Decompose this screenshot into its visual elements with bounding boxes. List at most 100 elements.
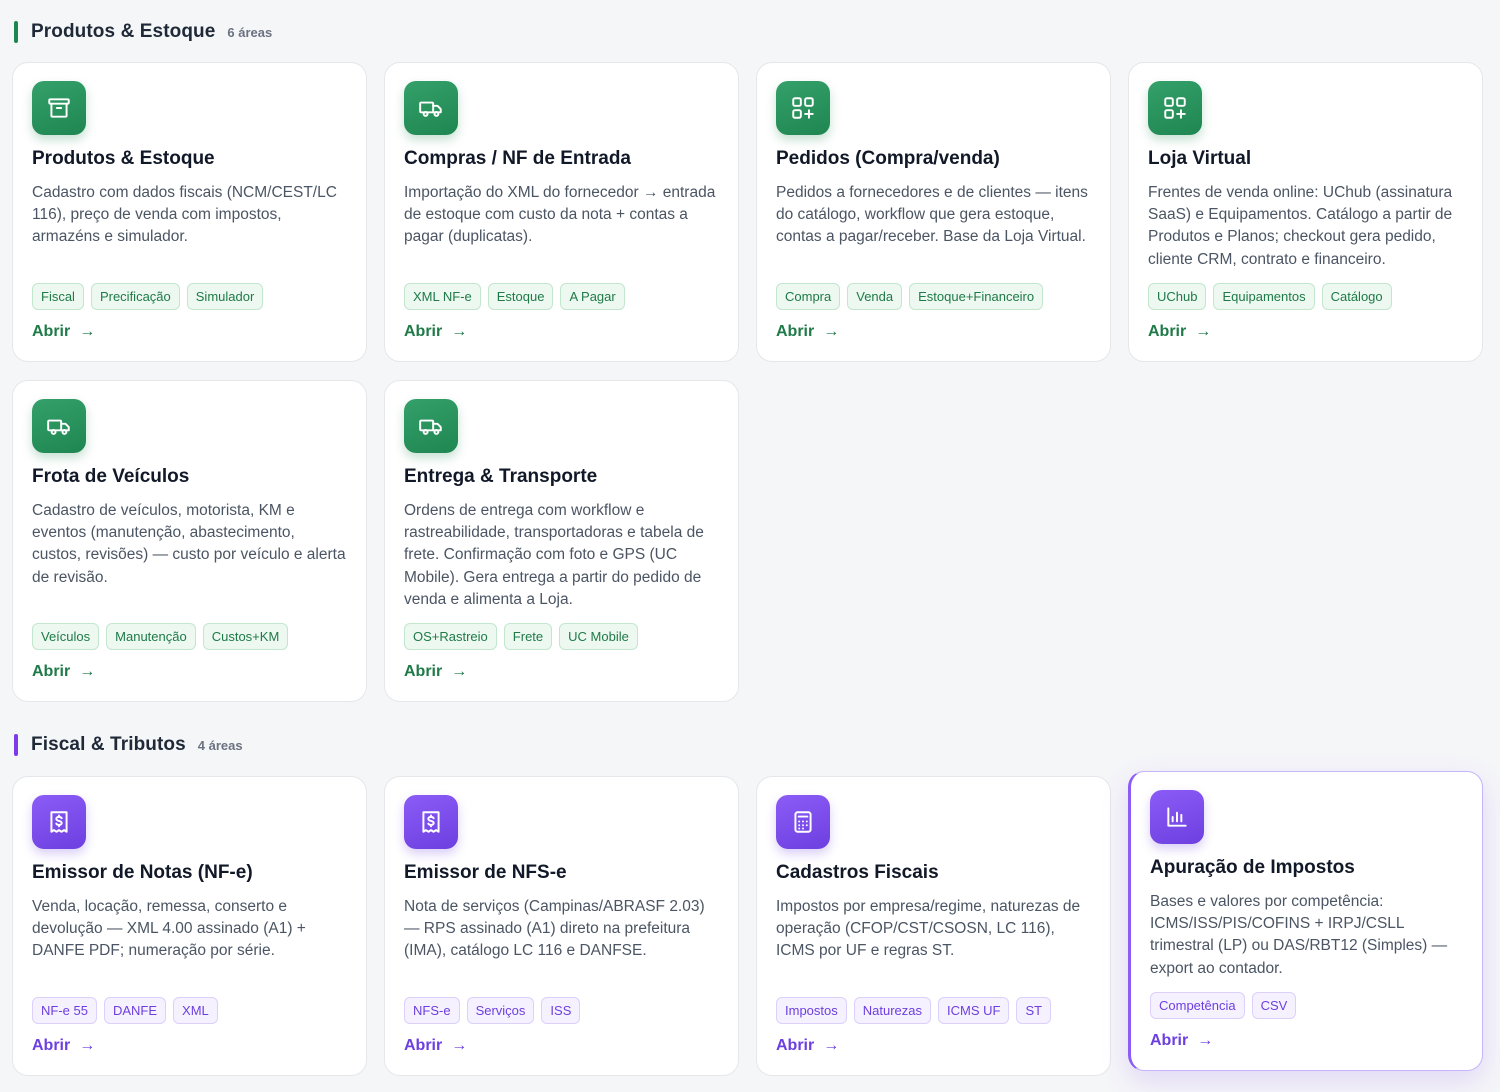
tag: Catálogo [1321,283,1392,310]
card-title: Compras / NF de Entrada [404,148,631,169]
card-description: Cadastro com dados fiscais (NCM/CEST/LC … [32,184,337,246]
card-title: Produtos & Estoque [32,148,215,169]
card-title: Loja Virtual [1148,148,1252,169]
open-link[interactable]: Abrir → [776,323,839,341]
grid-plus-icon [1148,81,1202,135]
tag: ST [1016,997,1052,1024]
tag: Simulador [186,283,264,310]
tag: Serviços [466,997,535,1024]
tag: Competência [1150,992,1245,1019]
tag-list: Veículos Manutenção Custos+KM [32,623,289,650]
arrow-right-icon: → [79,1037,96,1054]
tag-list: Compra Venda Estoque+Financeiro [776,283,1044,310]
open-link[interactable]: Abrir → [404,1037,467,1055]
arrow-right-icon: → [451,663,468,680]
open-link-label: Abrir [776,1037,815,1054]
card-description: Venda, locação, remessa, conserto e devo… [32,898,306,960]
card-description: Nota de serviços (Campinas/ABRASF 2.03) … [404,898,705,960]
section-header-fiscal: Fiscal & Tributos 4 áreas [14,733,243,757]
section-title: Produtos & Estoque [31,21,216,42]
tag: NF-e 55 [32,997,97,1024]
card-loja-virtual[interactable]: Loja Virtual Frentes de venda online: UC… [1128,62,1483,362]
card-description: Pedidos a fornecedores e de clientes — i… [776,184,1088,246]
card-description: Importação do XML do fornecedor → entrad… [404,184,716,246]
open-link-label: Abrir [404,323,443,340]
card-emissor-nfe[interactable]: Emissor de Notas (NF-e) Venda, locação, … [12,776,367,1076]
open-link[interactable]: Abrir → [32,323,95,341]
open-link-label: Abrir [32,1037,71,1054]
open-link-label: Abrir [1148,323,1187,340]
card-compras-nf-entrada[interactable]: Compras / NF de Entrada Importação do XM… [384,62,739,362]
open-link-label: Abrir [1150,1032,1189,1049]
tag: Venda [847,283,903,310]
section-title: Fiscal & Tributos [31,734,186,755]
open-link-label: Abrir [404,663,443,680]
tag: Precificação [90,283,180,310]
tag: UC Mobile [559,623,638,650]
tag: Manutenção [106,623,196,650]
receipt-dollar-icon [404,795,458,849]
arrow-right-icon: → [1195,323,1212,340]
arrow-right-icon: → [79,323,96,340]
receipt-dollar-icon [32,795,86,849]
tag-list: NF-e 55 DANFE XML [32,997,218,1024]
arrow-right-icon: → [823,1037,840,1054]
card-entrega-transporte[interactable]: Entrega & Transporte Ordens de entrega c… [384,380,739,702]
open-link[interactable]: Abrir → [404,323,467,341]
tag: Custos+KM [202,623,289,650]
card-description: Frentes de venda online: UChub (assinatu… [1148,184,1453,268]
open-link[interactable]: Abrir → [32,1037,95,1055]
card-frota-veiculos[interactable]: Frota de Veículos Cadastro de veículos, … [12,380,367,702]
tag: Equipamentos [1213,283,1315,310]
card-apuracao-impostos[interactable]: Apuração de Impostos Bases e valores por… [1128,771,1483,1071]
card-produtos-estoque[interactable]: Produtos & Estoque Cadastro com dados fi… [12,62,367,362]
tag: UChub [1148,283,1207,310]
tag-list: NFS-e Serviços ISS [404,997,581,1024]
truck-icon [404,81,458,135]
tag: XML [173,997,218,1024]
tag-list: Impostos Naturezas ICMS UF ST [776,997,1052,1024]
tag: Estoque+Financeiro [909,283,1044,310]
tag: OS+Rastreio [404,623,497,650]
tag: Estoque [487,283,554,310]
tag: DANFE [103,997,167,1024]
tag: Impostos [776,997,847,1024]
truck-icon [32,399,86,453]
card-pedidos[interactable]: Pedidos (Compra/venda) Pedidos a fornece… [756,62,1111,362]
open-link[interactable]: Abrir → [1148,323,1211,341]
tag-list: Fiscal Precificação Simulador [32,283,264,310]
tag: XML NF-e [404,283,481,310]
open-link-label: Abrir [32,323,71,340]
arrow-right-icon: → [451,323,468,340]
bar-chart-icon [1150,790,1204,844]
section-count: 4 áreas [197,737,243,753]
card-title: Apuração de Impostos [1150,857,1355,878]
section-header-produtos: Produtos & Estoque 6 áreas [14,20,272,44]
tag: Naturezas [853,997,931,1024]
card-title: Emissor de NFS-e [404,862,567,883]
arrow-right-icon: → [823,323,840,340]
tag: A Pagar [560,283,625,310]
archive-icon [32,81,86,135]
open-link[interactable]: Abrir → [404,663,467,681]
open-link-label: Abrir [32,663,71,680]
open-link[interactable]: Abrir → [776,1037,839,1055]
card-cadastros-fiscais[interactable]: Cadastros Fiscais Impostos por empresa/r… [756,776,1111,1076]
card-title: Entrega & Transporte [404,466,598,487]
arrow-right-icon: → [79,663,96,680]
tag: Frete [503,623,553,650]
section-count: 6 áreas [227,24,273,40]
section-accent-bar [14,21,18,43]
card-title: Frota de Veículos [32,466,190,487]
card-title: Pedidos (Compra/venda) [776,148,1000,169]
tag: Veículos [32,623,100,650]
tag-list: OS+Rastreio Frete UC Mobile [404,623,638,650]
card-emissor-nfse[interactable]: Emissor de NFS-e Nota de serviços (Campi… [384,776,739,1076]
open-link[interactable]: Abrir → [1150,1032,1213,1050]
calculator-icon [776,795,830,849]
card-title: Emissor de Notas (NF-e) [32,862,253,883]
tag: ICMS UF [938,997,1010,1024]
open-link[interactable]: Abrir → [32,663,95,681]
tag: Fiscal [32,283,84,310]
tag-list: XML NF-e Estoque A Pagar [404,283,625,310]
